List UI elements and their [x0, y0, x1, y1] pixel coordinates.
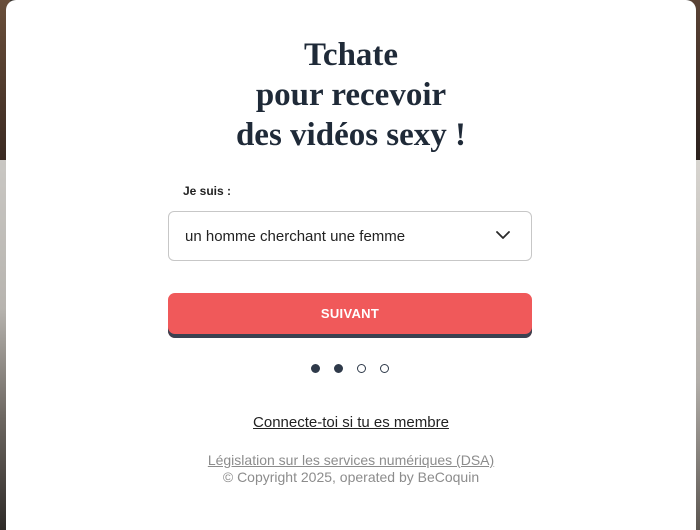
signup-modal: Tchate pour recevoir des vidéos sexy ! J…	[6, 0, 696, 530]
copyright-text: © Copyright 2025, operated by BeCoquin	[222, 469, 480, 485]
headline-line-3: des vidéos sexy !	[235, 117, 467, 153]
gender-field-label: Je suis :	[183, 184, 232, 198]
step-dot-2	[334, 364, 343, 373]
headline: Tchate pour recevoir des vidéos sexy !	[6, 35, 696, 155]
next-button[interactable]: SUIVANT	[168, 293, 532, 338]
step-indicator	[311, 364, 389, 373]
headline-line-1: Tchate	[303, 37, 399, 73]
login-link[interactable]: Connecte-toi si tu es membre	[6, 414, 696, 431]
step-dot-1	[311, 364, 320, 373]
headline-line-2: pour recevoir	[255, 77, 447, 113]
chevron-down-icon	[496, 231, 510, 239]
step-dot-4	[380, 364, 389, 373]
gender-select-value: un homme cherchant une femme	[185, 228, 406, 245]
step-dot-3	[357, 364, 366, 373]
gender-select[interactable]: un homme cherchant une femme	[168, 211, 532, 261]
dsa-legal-link[interactable]: Législation sur les services numériques …	[6, 452, 696, 468]
